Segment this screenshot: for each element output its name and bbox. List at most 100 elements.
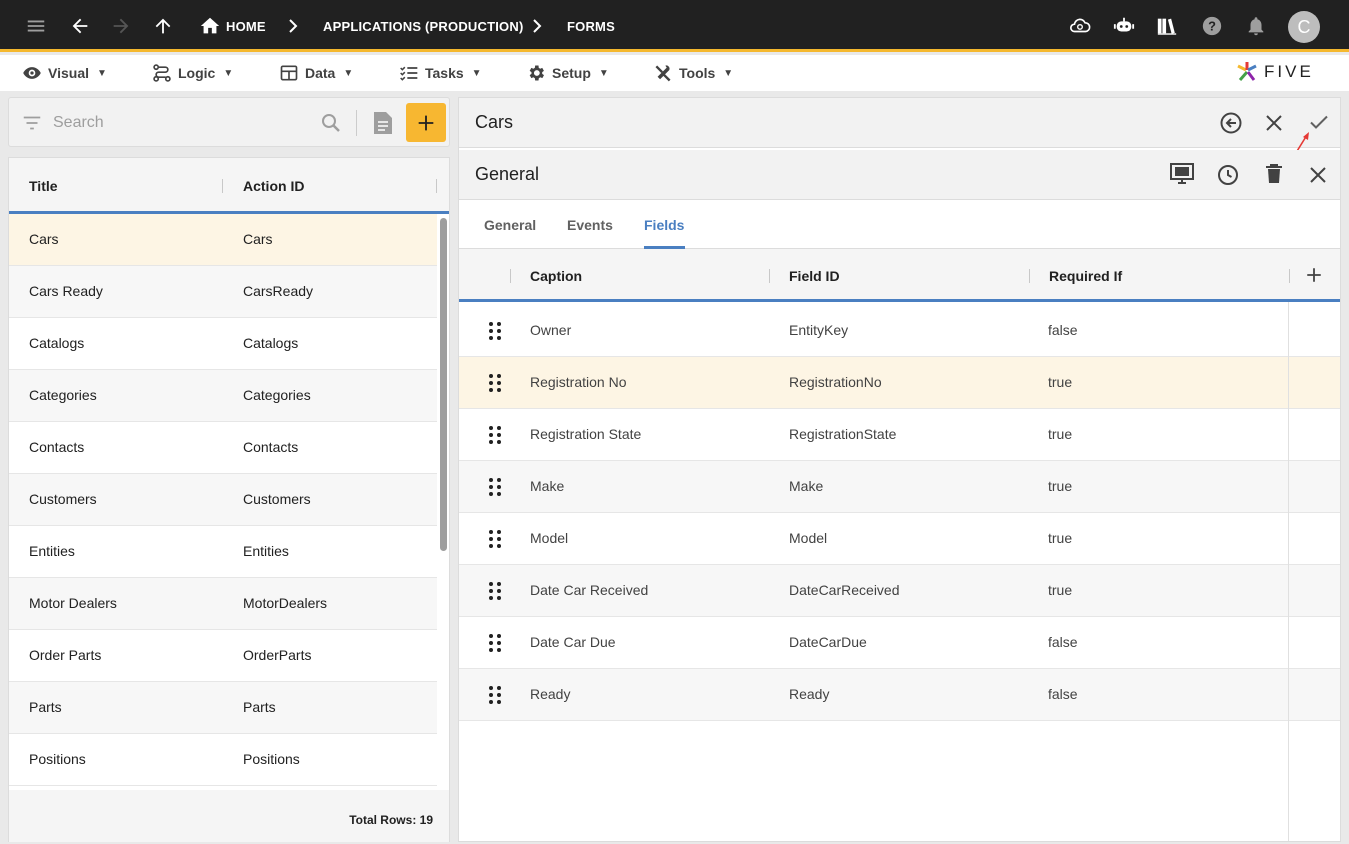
add-field-plus-icon[interactable] — [1305, 266, 1323, 284]
column-header-field-id[interactable]: Field ID — [789, 268, 840, 284]
chevron-right-icon — [533, 19, 542, 33]
field-caption: Model — [530, 530, 569, 546]
cloud-search-icon[interactable] — [1069, 15, 1091, 37]
logic-icon — [153, 64, 171, 82]
field-row[interactable]: Ready Ready false — [459, 669, 1340, 721]
drag-handle-icon[interactable] — [488, 581, 502, 601]
tab-fields[interactable]: Fields — [644, 217, 684, 233]
row-title: Cars — [29, 231, 59, 247]
row-action-id: Cars — [243, 231, 273, 247]
chat-bot-icon[interactable] — [1113, 15, 1135, 37]
close-section-icon[interactable] — [1306, 163, 1330, 187]
column-header-required-if[interactable]: Required If — [1049, 268, 1122, 284]
row-action-id: Entities — [243, 543, 289, 559]
drag-handle-icon[interactable] — [488, 685, 502, 705]
row-title: Customers — [29, 491, 97, 507]
menu-data[interactable]: Data ▼ — [279, 62, 353, 84]
table-row[interactable]: Cars Cars — [9, 214, 437, 266]
table-row[interactable]: Catalogs Catalogs — [9, 318, 437, 370]
screen-preview-icon[interactable] — [1169, 161, 1195, 187]
row-action-id: Positions — [243, 751, 300, 767]
back-arrow-icon[interactable] — [69, 15, 91, 37]
field-caption: Registration No — [530, 374, 627, 390]
table-row[interactable]: Customers Customers — [9, 474, 437, 526]
svg-text:?: ? — [1208, 19, 1216, 34]
drag-handle-icon[interactable] — [488, 425, 502, 445]
row-title: Catalogs — [29, 335, 85, 351]
forward-arrow-icon[interactable] — [110, 15, 132, 37]
breadcrumb-home[interactable]: HOME — [226, 19, 266, 34]
row-title: Categories — [29, 387, 97, 403]
home-icon[interactable] — [199, 15, 221, 37]
tab-events[interactable]: Events — [567, 217, 613, 233]
row-title: Cars Ready — [29, 283, 103, 299]
table-row[interactable]: Motor Dealers MotorDealers — [9, 578, 437, 630]
table-row[interactable]: Positions Positions — [9, 734, 437, 786]
field-required-if: true — [1048, 426, 1073, 442]
form-header: Cars — [459, 98, 1340, 157]
row-title: Contacts — [29, 439, 85, 455]
menu-visual[interactable]: Visual ▼ — [22, 62, 107, 84]
close-icon[interactable] — [1262, 111, 1286, 135]
column-header-action-id[interactable]: Action ID — [243, 178, 304, 194]
row-action-id: Categories — [243, 387, 311, 403]
field-row[interactable]: Registration No RegistrationNo true — [459, 357, 1340, 409]
field-row[interactable]: Owner EntityKey false — [459, 305, 1340, 357]
table-row[interactable]: Categories Categories — [9, 370, 437, 422]
drag-handle-icon[interactable] — [488, 373, 502, 393]
menu-tools[interactable]: Tools ▼ — [653, 62, 733, 84]
library-books-icon[interactable] — [1156, 15, 1178, 37]
table-row[interactable]: Parts Parts — [9, 682, 437, 734]
menu-setup[interactable]: Setup ▼ — [526, 62, 609, 84]
up-arrow-icon[interactable] — [152, 15, 174, 37]
field-row[interactable]: Date Car Due DateCarDue false — [459, 617, 1340, 669]
table-row[interactable]: Order Parts OrderParts — [9, 630, 437, 682]
main-menu-bar: Visual ▼ Logic ▼ Data ▼ Tasks ▼ Setup ▼ Tools… — [0, 55, 1349, 91]
field-row[interactable]: Registration State RegistrationState true — [459, 409, 1340, 461]
search-input[interactable] — [53, 110, 313, 136]
menu-logic[interactable]: Logic ▼ — [152, 62, 233, 84]
drag-handle-icon[interactable] — [488, 477, 502, 497]
search-icon[interactable] — [319, 111, 343, 135]
menu-tasks[interactable]: Tasks ▼ — [399, 62, 482, 84]
drag-handle-icon[interactable] — [488, 321, 502, 341]
breadcrumb-forms[interactable]: FORMS — [567, 19, 615, 34]
field-required-if: true — [1048, 530, 1073, 546]
table-row[interactable]: Cars Ready CarsReady — [9, 266, 437, 318]
field-caption: Date Car Received — [530, 582, 649, 598]
notification-bell-icon[interactable] — [1245, 15, 1267, 37]
field-caption: Make — [530, 478, 565, 494]
tab-general[interactable]: General — [484, 217, 536, 233]
field-row[interactable]: Model Model true — [459, 513, 1340, 565]
scrollbar-thumb[interactable] — [440, 218, 447, 551]
table-row[interactable]: Contacts Contacts — [9, 422, 437, 474]
document-icon[interactable] — [371, 110, 395, 136]
filter-icon[interactable] — [21, 112, 43, 134]
fields-table-header: Caption Field ID Required If — [459, 249, 1340, 302]
delete-trash-icon[interactable] — [1262, 162, 1286, 186]
history-clock-icon[interactable] — [1216, 163, 1240, 187]
field-row[interactable]: Make Make true — [459, 461, 1340, 513]
help-icon[interactable]: ? — [1201, 15, 1223, 37]
field-caption: Owner — [530, 322, 572, 338]
field-id: Ready — [789, 686, 830, 702]
row-action-id: OrderParts — [243, 647, 312, 663]
back-circle-icon[interactable] — [1219, 111, 1243, 135]
search-toolbar — [8, 97, 450, 147]
drag-handle-icon[interactable] — [488, 529, 502, 549]
breadcrumb-applications[interactable]: APPLICATIONS (PRODUCTION) — [323, 19, 523, 34]
hamburger-menu-icon[interactable] — [25, 15, 47, 37]
row-action-id: Catalogs — [243, 335, 299, 351]
field-row[interactable]: Date Car Received DateCarReceived true — [459, 565, 1340, 617]
field-caption: Ready — [530, 686, 571, 702]
row-action-id: MotorDealers — [243, 595, 328, 611]
drag-handle-icon[interactable] — [488, 633, 502, 653]
column-header-title[interactable]: Title — [29, 178, 58, 194]
user-avatar[interactable]: C — [1288, 11, 1320, 43]
section-header: General — [459, 150, 1340, 200]
app-bar: HOME APPLICATIONS (PRODUCTION) FORMS ? C — [0, 0, 1349, 52]
section-title: General — [475, 164, 540, 184]
table-row[interactable]: Entities Entities — [9, 526, 437, 578]
add-record-button[interactable] — [406, 103, 446, 142]
column-header-caption[interactable]: Caption — [530, 268, 582, 284]
